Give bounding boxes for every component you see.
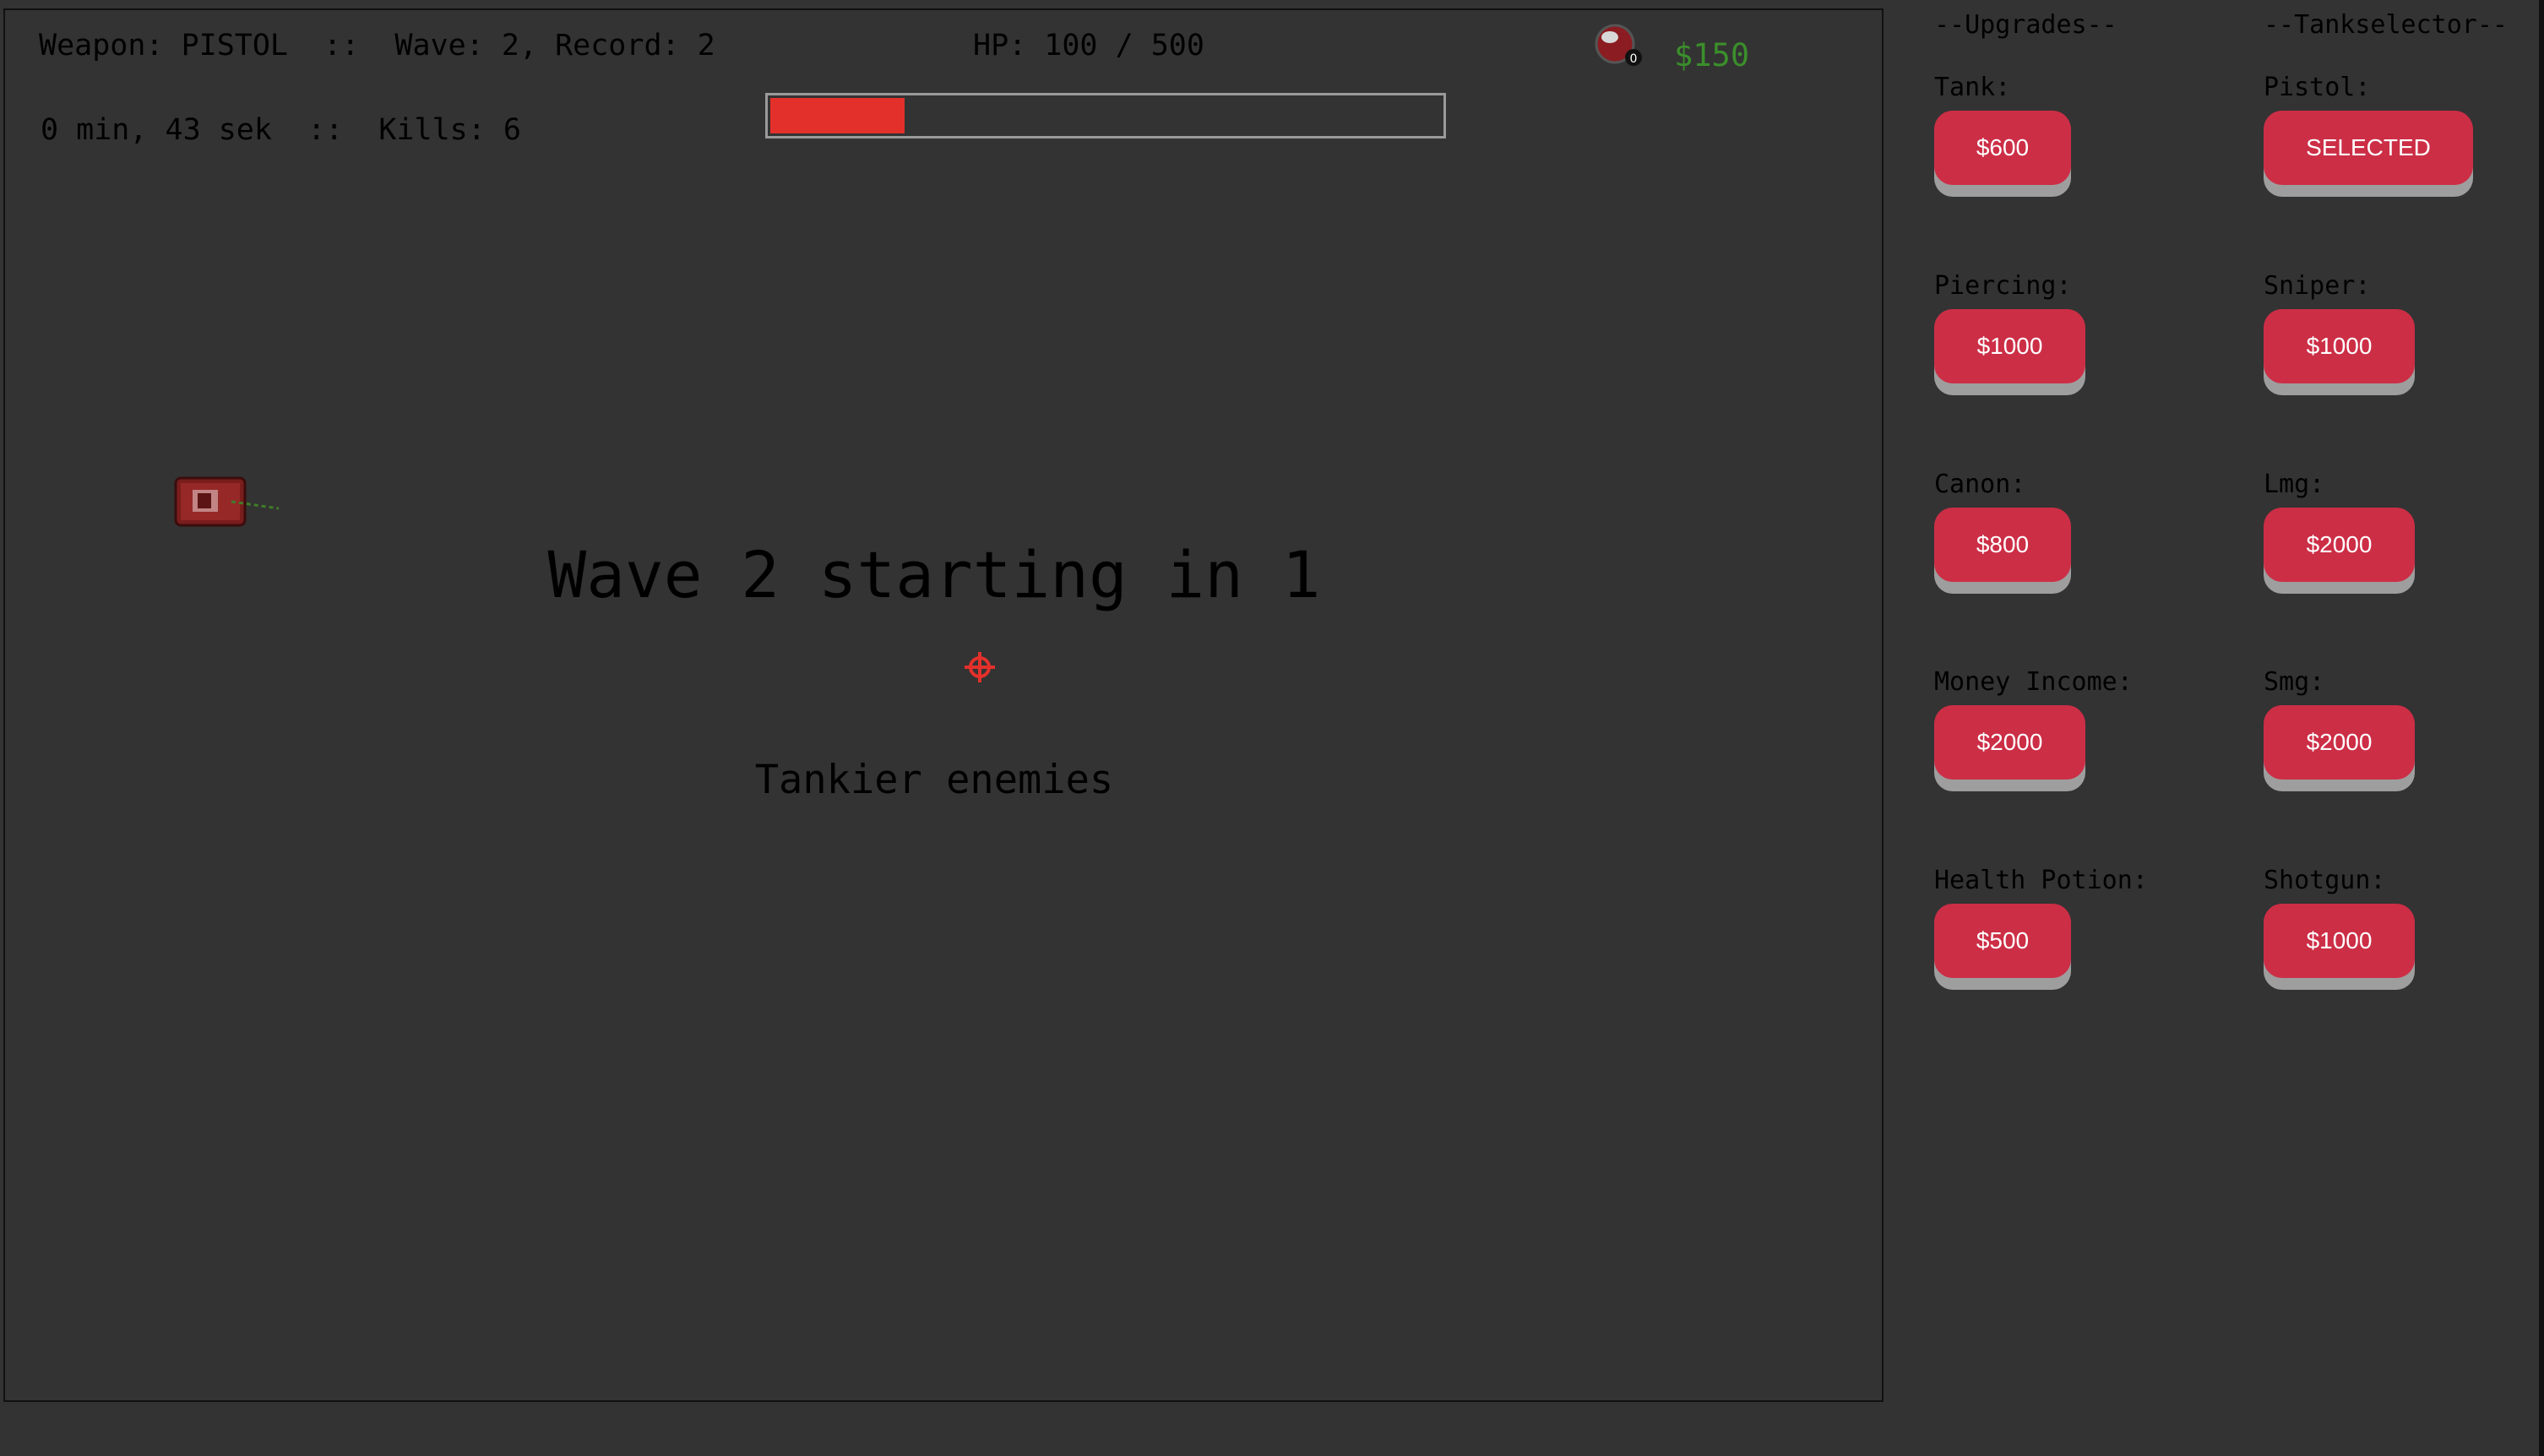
svg-text:0: 0 bbox=[1630, 52, 1638, 66]
wave-modifier-text: Tankier enemies bbox=[754, 757, 1114, 803]
upgrade-tank-button[interactable]: $600 bbox=[1934, 111, 2071, 185]
window-edge bbox=[2539, 0, 2544, 1456]
hp-text: HP: 100 / 500 bbox=[973, 29, 1204, 62]
weapon-shotgun-button[interactable]: $1000 bbox=[2264, 904, 2415, 978]
upgrade-tank-label: Tank: bbox=[1934, 73, 2011, 102]
weapon-wave-record-text: Weapon: PISTOL :: Wave: 2, Record: 2 bbox=[39, 29, 715, 62]
weapon-smg-button[interactable]: $2000 bbox=[2264, 705, 2415, 780]
game-page: Weapon: PISTOL :: Wave: 2, Record: 2 0 m… bbox=[0, 0, 2544, 1456]
hp-bar-fill bbox=[770, 98, 905, 133]
weapon-lmg-label: Lmg: bbox=[2264, 470, 2325, 499]
weapon-pistol-button[interactable]: SELECTED bbox=[2264, 111, 2473, 185]
weapon-smg-label: Smg: bbox=[2264, 667, 2325, 697]
upgrade-money-income-button[interactable]: $2000 bbox=[1934, 705, 2085, 780]
weapon-shotgun-label: Shotgun: bbox=[2264, 866, 2386, 895]
player-tank-icon bbox=[174, 476, 280, 527]
upgrade-canon-label: Canon: bbox=[1934, 470, 2026, 499]
time-kills-text: 0 min, 43 sek :: Kills: 6 bbox=[41, 113, 521, 147]
weapon-lmg-button[interactable]: $2000 bbox=[2264, 508, 2415, 582]
upgrade-health-potion-label: Health Potion: bbox=[1934, 866, 2148, 895]
wave-announcement: Wave 2 starting in 1 bbox=[547, 537, 1321, 612]
game-canvas[interactable]: Weapon: PISTOL :: Wave: 2, Record: 2 0 m… bbox=[3, 8, 1884, 1402]
tankselector-heading: --Tankselector-- bbox=[2264, 10, 2508, 40]
upgrades-heading: --Upgrades-- bbox=[1934, 10, 2117, 40]
weapon-sniper-button[interactable]: $1000 bbox=[2264, 309, 2415, 383]
upgrade-health-potion-button[interactable]: $500 bbox=[1934, 904, 2071, 978]
weapon-sniper-label: Sniper: bbox=[2264, 271, 2371, 301]
bomb-icon: 0 bbox=[1595, 24, 1642, 66]
hp-bar bbox=[765, 93, 1446, 139]
money-display: $150 bbox=[1674, 37, 1750, 73]
upgrade-piercing-label: Piercing: bbox=[1934, 271, 2072, 301]
crosshair-icon bbox=[965, 652, 995, 682]
upgrade-canon-button[interactable]: $800 bbox=[1934, 508, 2071, 582]
upgrade-piercing-button[interactable]: $1000 bbox=[1934, 309, 2085, 383]
upgrade-money-income-label: Money Income: bbox=[1934, 667, 2133, 697]
weapon-pistol-label: Pistol: bbox=[2264, 73, 2371, 102]
